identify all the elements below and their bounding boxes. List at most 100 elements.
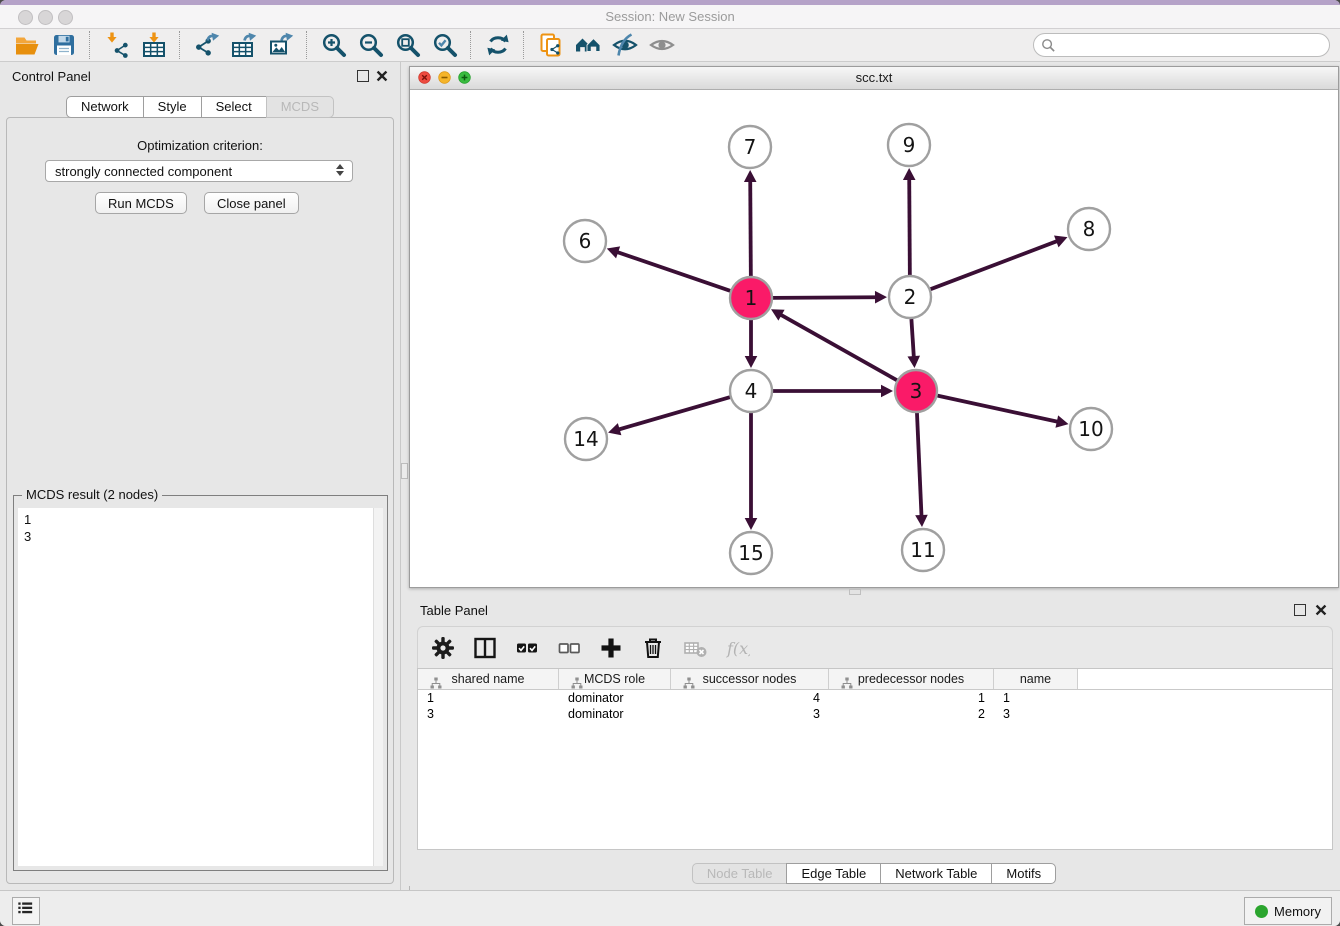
edge-2-3[interactable] <box>911 319 913 357</box>
horizontal-splitter-grab[interactable] <box>849 589 861 595</box>
network-view-area: scc.txt 7968124314101511 <box>408 62 1340 596</box>
tab-edge-table[interactable]: Edge Table <box>786 863 881 884</box>
tab-mcds[interactable]: MCDS <box>266 96 334 118</box>
node-15[interactable]: 15 <box>730 532 772 574</box>
splitter-grab-icon[interactable] <box>401 463 408 479</box>
svg-text:2: 2 <box>904 285 917 309</box>
duplicate-network-icon[interactable] <box>532 30 569 60</box>
arrowhead-2-9 <box>903 168 916 180</box>
mcds-result-group: MCDS result (2 nodes) 13 <box>13 495 388 871</box>
hide-eye-icon[interactable] <box>606 30 643 60</box>
node-6[interactable]: 6 <box>564 220 606 262</box>
table-row[interactable]: 3dominator323 <box>418 706 1332 722</box>
edge-1-6[interactable] <box>617 252 730 291</box>
zoom-in-icon[interactable] <box>315 30 352 60</box>
delete-table-icon <box>680 633 710 663</box>
import-table-icon[interactable] <box>135 30 172 60</box>
search-input[interactable] <box>1056 35 1329 55</box>
node-7[interactable]: 7 <box>729 126 771 168</box>
select-spinner-icon <box>336 164 344 176</box>
node-2[interactable]: 2 <box>889 276 931 318</box>
table-panel-title: Table Panel <box>420 603 488 618</box>
arrowhead-4-14 <box>608 423 621 435</box>
table-body: 1dominator4113dominator323 <box>418 690 1332 722</box>
edge-1-7[interactable] <box>750 181 751 276</box>
settings-gear-icon[interactable] <box>428 633 458 663</box>
edge-3-1[interactable] <box>781 315 897 381</box>
mcds-result-text[interactable]: 13 <box>18 508 383 866</box>
mcds-tab-content: Optimization criterion: strongly connect… <box>6 117 394 884</box>
zoom-out-icon[interactable] <box>352 30 389 60</box>
edge-1-2[interactable] <box>773 297 876 298</box>
add-column-icon[interactable] <box>596 633 626 663</box>
float-panel-icon[interactable] <box>357 70 369 82</box>
node-8[interactable]: 8 <box>1068 208 1110 250</box>
export-network-icon[interactable] <box>188 30 225 60</box>
table-row[interactable]: 1dominator411 <box>418 690 1332 706</box>
application-window: Session: New Session Control Panel Netwo… <box>0 0 1340 926</box>
edge-3-11[interactable] <box>917 413 922 516</box>
deselect-all-checks-icon[interactable] <box>554 633 584 663</box>
zoom-selected-icon[interactable] <box>426 30 463 60</box>
close-panel-button[interactable]: Close panel <box>204 192 299 214</box>
svg-text:9: 9 <box>903 133 916 157</box>
memory-button[interactable]: Memory <box>1244 897 1332 925</box>
column-header-name[interactable]: name <box>994 669 1078 689</box>
toolbar-separator <box>523 31 525 59</box>
main-toolbar <box>0 29 1340 62</box>
export-table-icon[interactable] <box>225 30 262 60</box>
memory-status-icon <box>1255 905 1268 918</box>
tab-node-table[interactable]: Node Table <box>692 863 788 884</box>
network-canvas[interactable]: 7 9 6 8 1 2 4 3 14 10 15 11 <box>410 90 1338 587</box>
houses-icon[interactable] <box>569 30 606 60</box>
zoom-fit-icon[interactable] <box>389 30 426 60</box>
close-panel-icon[interactable] <box>376 69 388 81</box>
run-mcds-button[interactable]: Run MCDS <box>95 192 187 214</box>
edge-4-14[interactable] <box>619 397 730 429</box>
node-10[interactable]: 10 <box>1070 408 1112 450</box>
export-image-icon[interactable] <box>262 30 299 60</box>
close-table-panel-icon[interactable] <box>1315 603 1327 615</box>
tab-network[interactable]: Network <box>66 96 144 118</box>
svg-text:7: 7 <box>744 135 757 159</box>
node-4[interactable]: 4 <box>730 370 772 412</box>
status-bar: Memory <box>0 890 1340 926</box>
node-3[interactable]: 3 <box>895 370 937 412</box>
select-all-checks-icon[interactable] <box>512 633 542 663</box>
refresh-view-icon[interactable] <box>479 30 516 60</box>
criterion-select[interactable]: strongly connected component <box>45 160 353 182</box>
edge-2-8[interactable] <box>931 241 1058 289</box>
node-1[interactable]: 1 <box>730 277 772 319</box>
save-session-icon[interactable] <box>45 30 82 60</box>
tab-style[interactable]: Style <box>143 96 202 118</box>
search-icon <box>1041 38 1056 53</box>
import-network-icon[interactable] <box>98 30 135 60</box>
table-panel-header: Table Panel <box>408 596 1340 624</box>
table-cell: 1 <box>418 690 559 706</box>
edge-2-9[interactable] <box>909 179 910 275</box>
result-scrollbar[interactable] <box>373 508 383 866</box>
node-11[interactable]: 11 <box>902 529 944 571</box>
tab-network-table[interactable]: Network Table <box>880 863 992 884</box>
tab-select[interactable]: Select <box>201 96 267 118</box>
float-table-panel-icon[interactable] <box>1294 604 1306 616</box>
column-header-predecessor-nodes[interactable]: predecessor nodes <box>829 669 994 689</box>
result-line: 1 <box>24 511 377 528</box>
table-cell: 2 <box>829 706 994 722</box>
column-header-MCDS-role[interactable]: MCDS role <box>559 669 671 689</box>
column-header-shared-name[interactable]: shared name <box>418 669 559 689</box>
search-box <box>1033 33 1330 57</box>
node-9[interactable]: 9 <box>888 124 930 166</box>
tree-icon <box>424 673 436 685</box>
edge-3-10[interactable] <box>937 396 1057 422</box>
svg-text:6: 6 <box>579 229 592 253</box>
tree-icon <box>835 673 847 685</box>
open-file-icon[interactable] <box>8 30 45 60</box>
show-columns-icon[interactable] <box>470 633 500 663</box>
show-eye-icon[interactable] <box>643 30 680 60</box>
task-history-button[interactable] <box>12 897 40 925</box>
node-14[interactable]: 14 <box>565 418 607 460</box>
tab-motifs[interactable]: Motifs <box>991 863 1056 884</box>
column-header-successor-nodes[interactable]: successor nodes <box>671 669 829 689</box>
delete-columns-icon[interactable] <box>638 633 668 663</box>
